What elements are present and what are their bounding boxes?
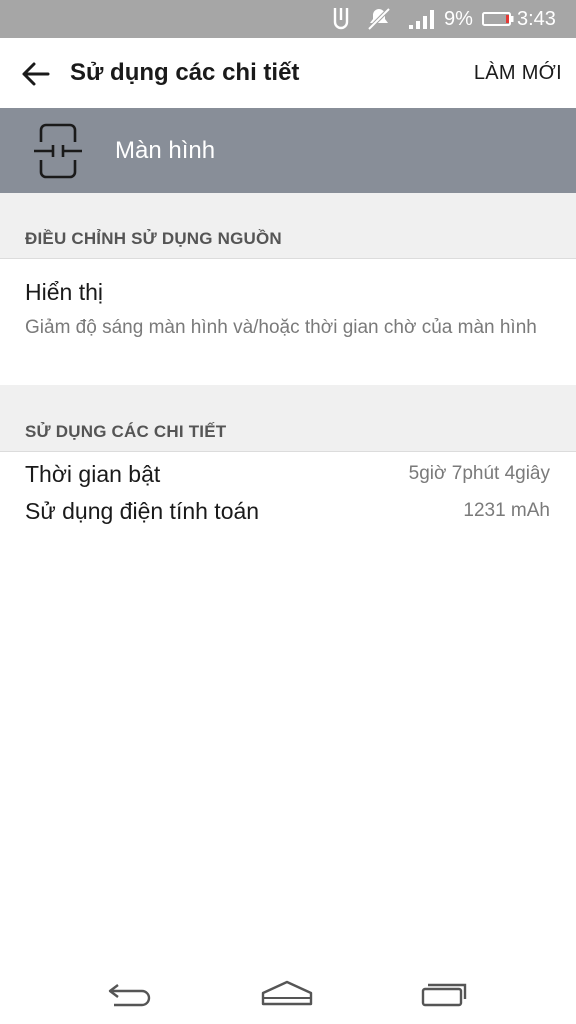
component-banner: Màn hình [0, 108, 576, 193]
nav-recents-button[interactable] [414, 974, 474, 1014]
signal-icon [408, 0, 436, 38]
detail-value: 5giờ 7phút 4giây [408, 463, 550, 484]
nav-home-icon [261, 980, 313, 1006]
section-header-details: SỬ DỤNG CÁC CHI TIẾT [0, 385, 576, 452]
app-bar: Sử dụng các chi tiết LÀM MỚI [0, 38, 576, 108]
setting-description: Giảm độ sáng màn hình và/hoặc thời gian … [25, 317, 537, 338]
usb-icon [330, 0, 352, 38]
section-header-power-label: ĐIỀU CHỈNH SỬ DỤNG NGUỒN [25, 229, 282, 248]
page-title: Sử dụng các chi tiết [70, 59, 300, 86]
status-bar: 9% 3:43 [0, 0, 576, 38]
section-header-details-label: SỬ DỤNG CÁC CHI TIẾT [25, 422, 227, 441]
refresh-button[interactable]: LÀM MỚI [474, 38, 562, 108]
setting-title: Hiển thị [25, 279, 103, 305]
detail-row-time-on: Thời gian bật 5giờ 7phút 4giây [0, 456, 576, 492]
detail-row-power-used: Sử dụng điện tính toán 1231 mAh [0, 493, 576, 529]
battery-percent: 9% [444, 7, 473, 30]
nav-recents-icon [421, 983, 467, 1007]
navigation-bar [0, 964, 576, 1024]
arrow-back-icon [22, 62, 50, 86]
mute-icon [366, 0, 392, 38]
nav-home-button[interactable] [257, 974, 317, 1014]
screen-icon [34, 123, 82, 179]
detail-label: Thời gian bật [25, 461, 161, 487]
component-label: Màn hình [115, 136, 216, 164]
section-header-power: ĐIỀU CHỈNH SỬ DỤNG NGUỒN [0, 193, 576, 259]
detail-label: Sử dụng điện tính toán [25, 498, 260, 524]
detail-value: 1231 mAh [463, 500, 550, 521]
nav-back-button[interactable] [101, 974, 161, 1014]
nav-back-icon [108, 984, 151, 1007]
back-button[interactable] [14, 53, 56, 95]
battery-icon [482, 0, 514, 38]
display-setting-item[interactable]: Hiển thị Giảm độ sáng màn hình và/hoặc t… [0, 259, 576, 385]
clock: 3:43 [517, 7, 556, 30]
